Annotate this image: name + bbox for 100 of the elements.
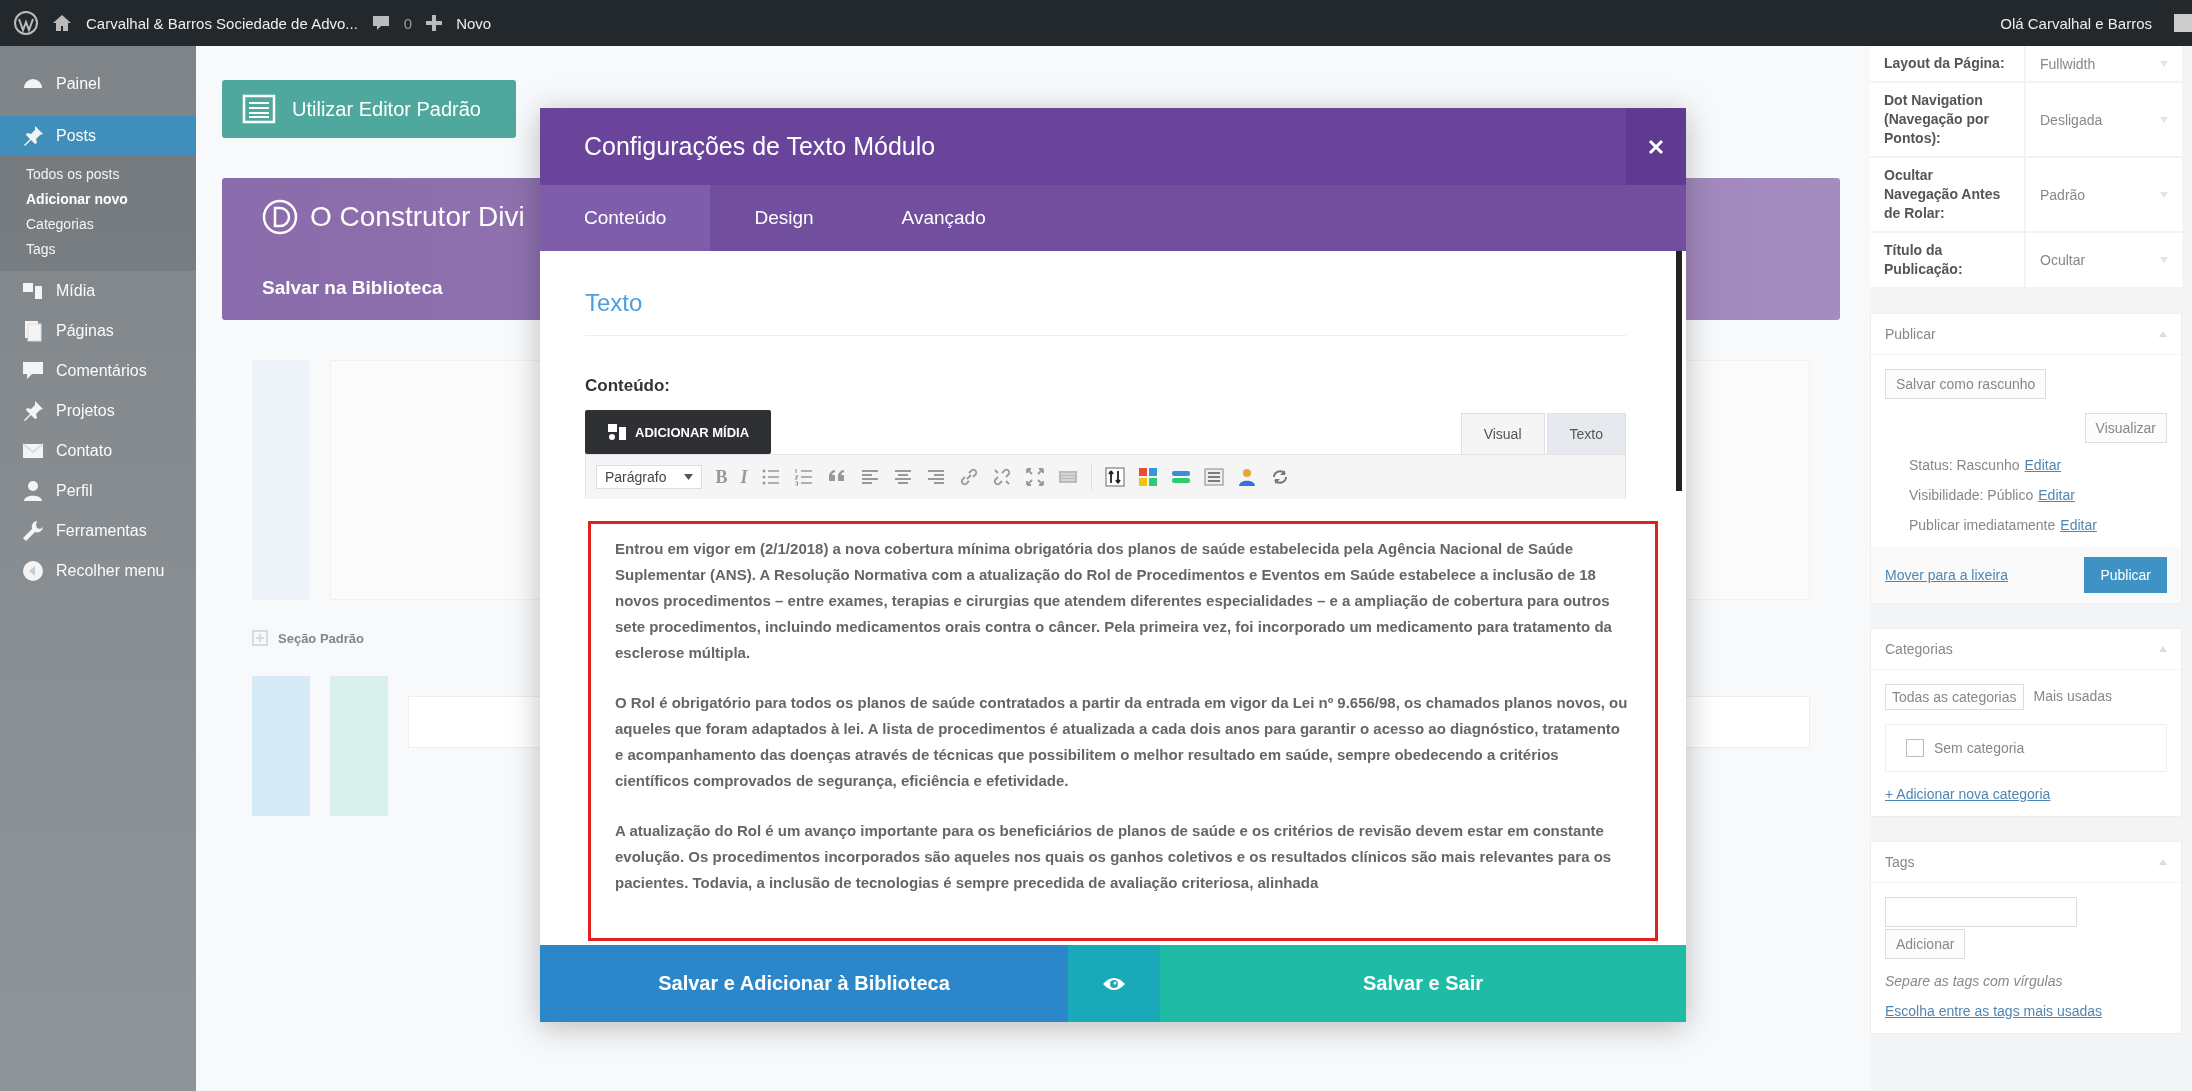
- unlink-icon[interactable]: [991, 467, 1012, 487]
- add-tag-button[interactable]: Adicionar: [1885, 929, 1966, 959]
- editor-content[interactable]: [588, 521, 1658, 941]
- collapse-arrow-icon[interactable]: [2159, 859, 2167, 865]
- save-draft-button[interactable]: Salvar como rascunho: [1885, 369, 2047, 399]
- modal-tab[interactable]: Conteúdo: [540, 185, 711, 251]
- editor-tab[interactable]: Texto: [1546, 413, 1626, 454]
- setting-select[interactable]: Padrão: [2026, 158, 2182, 233]
- italic-button[interactable]: I: [740, 466, 748, 488]
- category-tab[interactable]: Todas as categorias: [1885, 684, 2024, 710]
- add-section-link[interactable]: Seção Padrão: [278, 630, 364, 646]
- modal-tab[interactable]: Design: [710, 185, 858, 251]
- trash-link[interactable]: Mover para a lixeira: [1885, 567, 2008, 583]
- submenu-item[interactable]: Categorias: [26, 216, 196, 232]
- section-title: Texto: [585, 289, 1626, 336]
- align-right-icon[interactable]: [925, 467, 946, 487]
- format-select[interactable]: Parágrafo: [596, 465, 703, 489]
- box-title: Tags: [1885, 854, 1915, 870]
- sidebar-item[interactable]: Posts: [0, 116, 196, 156]
- submenu-item[interactable]: Adicionar novo: [26, 191, 196, 207]
- fullscreen-icon[interactable]: [1024, 467, 1045, 487]
- paragraph: A atualização do Rol é um avanço importante para os beneficiários de planos de saúde e os critérios de revisão devem estar em constante evolução. Os procedimentos incorporados são aqueles nos quais os ganhos coletivos e os resultados clínicos são mais relevantes para os pacientes. Todavia, a inclusão de tecnologias é sempre precedida de avaliação criteriosa, alinhada: [615, 821, 1613, 893]
- dropdown-arrow-icon: [684, 474, 694, 480]
- category-tab[interactable]: Mais usadas: [2027, 684, 2119, 710]
- modal-tab[interactable]: Avançado: [857, 185, 1030, 251]
- comment-icon[interactable]: [371, 14, 390, 32]
- person-icon: [22, 480, 44, 502]
- publish-info: Status: Rascunho: [1909, 457, 2020, 473]
- preview-button[interactable]: Visualizar: [2084, 413, 2167, 443]
- modal-title: Configurações de Texto Módulo: [583, 131, 937, 162]
- dropdown-arrow-icon: [2160, 60, 2168, 67]
- sidebar-item[interactable]: Ferramentas: [0, 511, 196, 551]
- document-icon: [242, 94, 276, 124]
- comment-count[interactable]: 0: [403, 14, 413, 32]
- add-media-button[interactable]: ADICIONAR MÍDIA: [585, 410, 772, 454]
- greeting-link[interactable]: Olá Carvalhal e Barros: [2000, 14, 2152, 32]
- sidebar-item[interactable]: Perfil: [0, 471, 196, 511]
- default-editor-button[interactable]: Utilizar Editor Padrão: [222, 80, 516, 138]
- bullet-list-icon[interactable]: [760, 467, 781, 487]
- edit-link[interactable]: Editar: [2024, 457, 2062, 473]
- numbered-list-icon[interactable]: [793, 467, 814, 487]
- edit-link[interactable]: Editar: [2060, 517, 2097, 533]
- dropdown-arrow-icon: [2160, 191, 2168, 198]
- media-icon: [22, 280, 44, 302]
- home-icon[interactable]: [52, 14, 72, 32]
- paragraph: Entrou em vigor em (2/1/2018) a nova cobertura mínima obrigatória dos planos de saúde estabelecida pela Agência Nacional de Saúde Suplementar (ANS). A Resolução Normativa com a atualização do Rol de Procedimentos e Eventos em Saúde estabelece a inclusão de 18 novos procedimentos – entre exames, terapias e cirurgias que atendem diferentes especialidades – e a ampliação de cobertura para outros sete procedimentos, incluindo medicamentos orais contra o câncer. Pela primeira vez, foi incorporado um medicamento para tratamento da esclerose múltipla.: [615, 539, 1613, 663]
- save-to-library-button[interactable]: Salvar e Adicionar à Biblioteca: [540, 945, 1068, 1022]
- collapse-arrow-icon[interactable]: [2159, 646, 2167, 652]
- dropdown-arrow-icon: [2160, 116, 2168, 123]
- sidebar-item[interactable]: Painel: [0, 58, 196, 110]
- eye-icon: [1102, 975, 1126, 992]
- popular-tags-link[interactable]: Escolha entre as tags mais usadas: [1885, 1003, 2167, 1019]
- grid-icon[interactable]: [1137, 467, 1158, 487]
- link-icon[interactable]: [958, 467, 979, 487]
- wordpress-logo-icon[interactable]: [14, 11, 38, 35]
- person-icon[interactable]: [1236, 467, 1257, 487]
- setting-label: Título da Publicação:: [1870, 233, 2026, 289]
- new-link[interactable]: Novo: [456, 14, 492, 32]
- sidebar-item[interactable]: Contato: [0, 431, 196, 471]
- wrench-icon: [22, 520, 44, 542]
- sidebar-item[interactable]: Mídia: [0, 271, 196, 311]
- pages-icon: [22, 320, 44, 342]
- setting-select[interactable]: Desligada: [2026, 83, 2182, 158]
- box-title: Categorias: [1885, 641, 1953, 657]
- setting-label: Dot Navigation (Navegação por Pontos):: [1870, 83, 2026, 158]
- pin-icon: [22, 125, 44, 147]
- align-left-icon[interactable]: [859, 467, 880, 487]
- editor-tab[interactable]: Visual: [1460, 413, 1545, 454]
- plus-box-icon[interactable]: [252, 630, 268, 646]
- submenu-item[interactable]: Tags: [26, 241, 196, 257]
- sidebar-item[interactable]: Páginas: [0, 311, 196, 351]
- close-button[interactable]: [1626, 108, 1686, 185]
- paragraph: O Rol é obrigatório para todos os planos de saúde contratados a partir da entrada em vigor da Lei nº 9.656/98, os chamados planos novos, ou aqueles que foram adaptados à lei. A lista de procedimentos é atualizada a cada dois anos para garantir o acesso ao diagnóstico, tratamento e acompanhamento das doenças através de técnicas que possibilitem o melhor resultado em saúde, sempre obedecendo a critérios científicos comprovados de segurança, eficiência e efetividade.: [615, 693, 1629, 791]
- dropdown-arrow-icon: [2160, 257, 2168, 263]
- setting-label: Layout da Página:: [1870, 46, 2026, 83]
- align-center-icon[interactable]: [892, 467, 913, 487]
- pin-icon: [22, 400, 44, 422]
- edit-link[interactable]: Editar: [2038, 487, 2075, 503]
- tag-input-field[interactable]: [1885, 897, 2077, 927]
- save-and-exit-button[interactable]: Salvar e Sair: [1160, 945, 1686, 1022]
- publish-button[interactable]: Publicar: [2084, 557, 2167, 593]
- submenu-item[interactable]: Todos os posts: [26, 166, 196, 182]
- publish-info: Publicar imediatamente: [1909, 517, 2056, 533]
- save-library-link[interactable]: Salvar na Biblioteca: [262, 277, 443, 299]
- bold-button[interactable]: B: [715, 466, 728, 488]
- collapse-icon: [22, 560, 44, 582]
- setting-select[interactable]: Ocultar: [2026, 233, 2182, 289]
- site-name-link[interactable]: Carvalhal & Barros Sociedade de Advo...: [86, 14, 358, 32]
- sidebar-item[interactable]: Recolher menu: [0, 551, 196, 591]
- publish-info: Visibilidade: Público: [1909, 487, 2034, 503]
- sidebar-item[interactable]: Comentários: [0, 351, 196, 391]
- sidebar-item[interactable]: Projetos: [0, 391, 196, 431]
- add-category-link[interactable]: + Adicionar nova categoria: [1885, 786, 2167, 802]
- insert-icon[interactable]: [1104, 467, 1125, 487]
- preview-button[interactable]: [1068, 945, 1160, 1022]
- setting-select[interactable]: Fullwidth: [2026, 46, 2182, 83]
- collapse-arrow-icon[interactable]: [2159, 331, 2167, 337]
- plus-icon[interactable]: [426, 15, 443, 31]
- lines-icon[interactable]: [1203, 467, 1224, 487]
- checkbox[interactable]: [1906, 739, 1924, 757]
